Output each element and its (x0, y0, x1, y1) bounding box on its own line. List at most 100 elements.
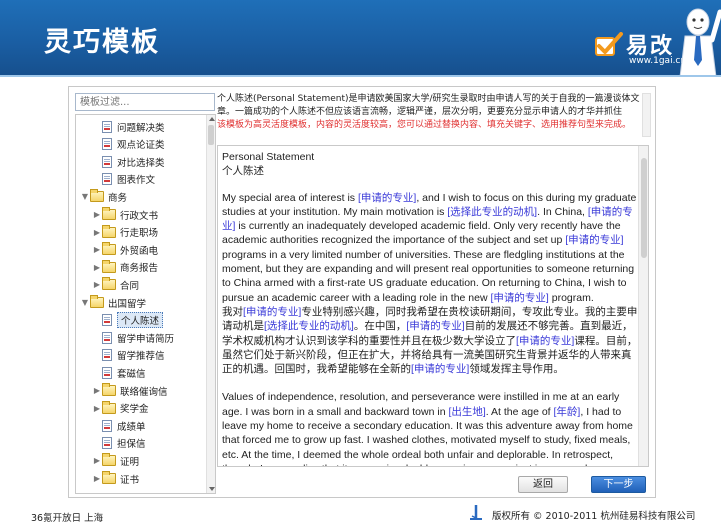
tree-item-label: 商务 (108, 192, 128, 204)
expand-right-icon[interactable]: ▶ (92, 456, 102, 465)
folder-icon (102, 383, 116, 396)
placeholder-field[interactable]: [选择此专业的动机] (264, 320, 354, 332)
text-segment: My special area of interest is (222, 191, 358, 204)
description-hint: 该模板为高灵活度模板，内容的灵活度较高，您可以通过替换内容、填充关键字、选用推荐… (217, 120, 632, 130)
placeholder-field[interactable]: [申请的专业] (565, 234, 623, 246)
placeholder-field[interactable]: [出生地] (448, 406, 485, 418)
description-scrollbar[interactable] (642, 93, 651, 137)
tree-item[interactable]: ▶ 证明 (92, 452, 139, 469)
text-segment: is currently an inadequately developed a… (222, 220, 621, 247)
placeholder-field[interactable]: [申请的专业] (243, 306, 301, 318)
expand-right-icon[interactable]: ▶ (92, 210, 102, 219)
back-button[interactable]: 返回 (518, 476, 568, 493)
folder-icon (102, 259, 116, 273)
document-icon (102, 314, 112, 327)
expand-right-icon[interactable]: ▶ (92, 386, 102, 395)
paragraph-cn-1: 我对[申请的专业]专业特别感兴趣，同时我希望在贵校读研期间，专攻此专业。我的主要… (222, 305, 638, 376)
folder-icon (102, 242, 116, 256)
expand-right-icon[interactable]: ▶ (92, 404, 102, 413)
placeholder-field[interactable]: [选择此专业的动机] (447, 206, 537, 218)
tree-item[interactable]: 对比选择类 (102, 153, 165, 170)
tree-item[interactable]: ▶ 联络催询信 (92, 382, 168, 399)
editor-scrollbar[interactable] (638, 146, 648, 466)
tree-item-label: 观点论证类 (117, 140, 165, 152)
company-logo-icon (470, 505, 482, 520)
tree-item[interactable]: ▶ 奖学金 (92, 400, 149, 417)
tree-item[interactable]: 留学申请简历 (102, 329, 174, 346)
tree-item-label: 证书 (120, 474, 140, 486)
tree-item[interactable]: ▼ 出国留学 (80, 294, 146, 311)
folder-icon (102, 453, 116, 467)
tree-item-label: 个人陈述 (117, 312, 164, 329)
placeholder-field[interactable]: [申请的专业] (406, 320, 464, 332)
template-tree[interactable]: 问题解决类 观点论证类 对比选择类 图表作文 ▼ 商务 ▶ 行政文书 ▶ 行走职场 ▶ 外贸函电 ▶ 商务… (75, 114, 216, 494)
template-editor[interactable]: Personal Statement 个人陈述 My special area … (217, 145, 649, 467)
scroll-down-icon[interactable] (209, 487, 215, 491)
template-description: 个人陈述(Personal Statement)是申请欧美国家大学/研究生录取时… (217, 93, 649, 141)
tree-item-label: 留学申请简历 (117, 333, 175, 345)
paragraph-en-1: My special area of interest is [申请的专业], … (222, 191, 638, 305)
template-filter-input[interactable] (75, 93, 215, 111)
placeholder-field[interactable]: [申请的专业] (358, 192, 416, 204)
tree-item[interactable]: ▶ 合同 (92, 276, 139, 293)
tree-item-label: 联络催询信 (120, 386, 168, 398)
tree-item[interactable]: ▶ 外贸函电 (92, 241, 158, 258)
tree-item-label: 图表作文 (117, 175, 156, 187)
placeholder-field[interactable]: [申请的专业] (411, 363, 469, 375)
tree-item-label: 担保信 (117, 439, 146, 451)
tree-item-label: 问题解决类 (117, 122, 165, 134)
expand-right-icon[interactable]: ▶ (92, 474, 102, 483)
placeholder-field[interactable]: [申请的专业] (491, 292, 549, 304)
tree-item[interactable]: ▶ 证书 (92, 470, 139, 487)
tree-item[interactable]: ▼ 商务 (80, 188, 127, 205)
tree-item[interactable]: 成绩单 (102, 417, 146, 434)
text-segment: 。在中国， (353, 320, 407, 333)
expand-down-icon[interactable]: ▼ (80, 298, 90, 307)
document-icon (102, 349, 112, 362)
editor-content[interactable]: Personal Statement 个人陈述 My special area … (222, 150, 638, 466)
text-segment: . In China, (537, 205, 588, 218)
header-bar: 灵巧模板 易改 www.1gai.cn (0, 0, 721, 77)
tree-item[interactable]: 观点论证类 (102, 136, 165, 153)
footer-event: 36氪开放日 上海 (31, 513, 104, 523)
text-segment: . At the age of (485, 405, 554, 418)
text-segment: 我对 (222, 305, 243, 318)
tree-item[interactable]: 担保信 (102, 435, 146, 452)
document-icon (102, 155, 112, 168)
tree-item-label: 行政文书 (120, 210, 159, 222)
expand-right-icon[interactable]: ▶ (92, 245, 102, 254)
expand-right-icon[interactable]: ▶ (92, 280, 102, 289)
tree-item-label: 证明 (120, 456, 140, 468)
tree-item[interactable]: 图表作文 (102, 171, 155, 188)
expand-right-icon[interactable]: ▶ (92, 228, 102, 237)
tree-item[interactable]: 问题解决类 (102, 118, 165, 135)
tree-item[interactable]: 留学推荐信 (102, 347, 165, 364)
text-segment: 领域发挥主导作用。 (469, 363, 564, 376)
scroll-thumb[interactable] (208, 125, 214, 145)
tree-item-label: 留学推荐信 (117, 351, 165, 363)
placeholder-field[interactable]: [年龄] (554, 406, 581, 418)
next-button[interactable]: 下一步 (591, 476, 646, 493)
footer-copyright: 版权所有 © 2010-2011 杭州硅易科技有限公司 (492, 511, 696, 522)
editor-heading-en: Personal Statement (222, 151, 315, 163)
checkmark-icon (595, 32, 623, 56)
document-icon (102, 437, 112, 450)
tree-item[interactable]: 个人陈述 (102, 312, 164, 329)
document-icon (102, 366, 112, 379)
folder-icon (102, 207, 116, 220)
mascot-icon (679, 8, 721, 77)
tree-item[interactable]: ▶ 行政文书 (92, 206, 158, 223)
editor-scroll-thumb[interactable] (641, 158, 647, 258)
tree-scrollbar[interactable] (206, 115, 215, 493)
tree-item-label: 外贸函电 (120, 245, 159, 257)
tree-item[interactable]: 套磁信 (102, 364, 146, 381)
expand-right-icon[interactable]: ▶ (92, 263, 102, 272)
tree-item[interactable]: ▶ 行走职场 (92, 224, 158, 241)
placeholder-field[interactable]: [申请的专业] (516, 335, 574, 347)
document-icon (102, 138, 112, 151)
tree-item[interactable]: ▶ 商务报告 (92, 259, 158, 276)
tree-item-label: 成绩单 (117, 421, 146, 433)
folder-icon (102, 224, 116, 238)
expand-down-icon[interactable]: ▼ (80, 192, 90, 201)
scroll-up-icon[interactable] (209, 117, 215, 121)
